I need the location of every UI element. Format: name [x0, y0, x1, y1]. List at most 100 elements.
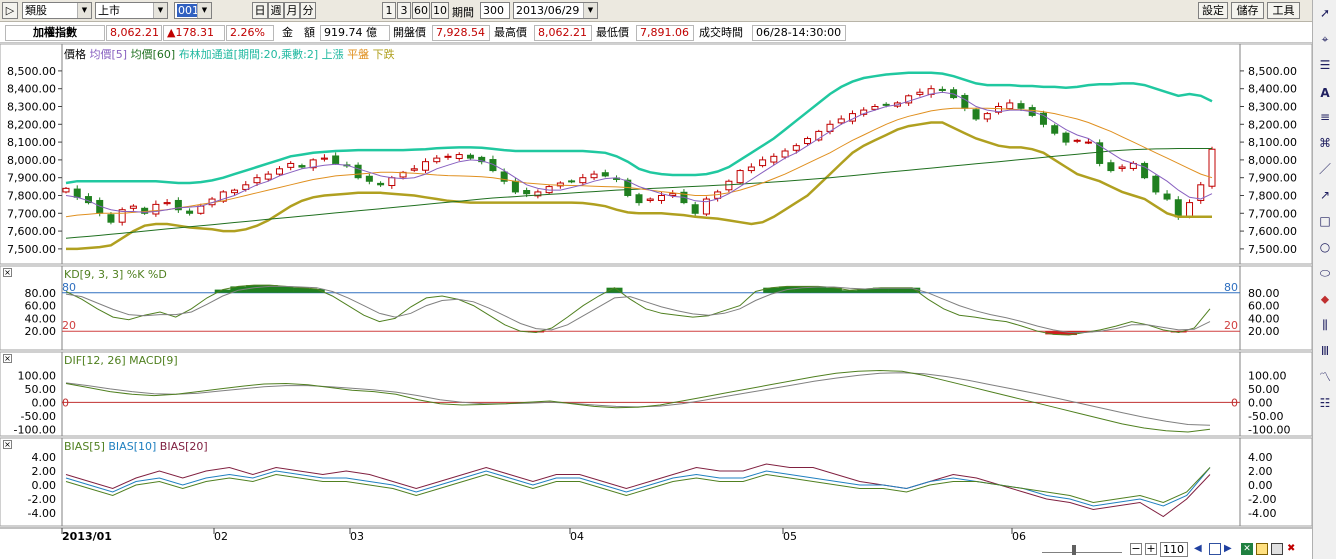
candle-body	[736, 170, 744, 184]
kd-20-label: 20	[1224, 319, 1238, 332]
macd-tick-label: 50.00	[1248, 383, 1280, 396]
bias-tick-label: 2.00	[32, 465, 57, 478]
macd-tick-label: 0.00	[32, 396, 57, 409]
candle-body	[320, 157, 328, 160]
columns-icon[interactable]: Ⅲ	[1316, 342, 1334, 360]
circle-icon[interactable]: ○	[1316, 238, 1334, 256]
rectangle-icon[interactable]: □	[1316, 212, 1334, 230]
candle-body	[433, 157, 441, 163]
align-icon[interactable]: ☷	[1316, 394, 1334, 412]
candle-body	[725, 180, 733, 191]
arrow-line-icon[interactable]: ↗	[1316, 186, 1334, 204]
candle-body	[1107, 162, 1115, 172]
ellipse-icon[interactable]: ⬭	[1316, 264, 1334, 282]
candle-body	[377, 182, 385, 186]
candle-body	[1051, 125, 1059, 134]
slider-handle[interactable]	[1072, 545, 1076, 555]
candle-body	[410, 168, 418, 171]
arrow-left-icon[interactable]: ◀	[1194, 543, 1206, 555]
y-tick-label: 7,500.00	[1248, 243, 1297, 256]
candle-body	[759, 159, 767, 167]
candle-body	[882, 103, 890, 106]
print-icon[interactable]	[1271, 543, 1283, 555]
candle-body	[972, 109, 980, 120]
candle-body	[264, 173, 272, 180]
macd-tick-label: 0.00	[1248, 396, 1273, 409]
candle-body	[590, 173, 598, 179]
line-icon[interactable]: ／	[1316, 160, 1334, 178]
candle-body	[511, 180, 519, 193]
candle-body	[837, 118, 845, 124]
zoom-slider[interactable]	[1042, 545, 1122, 555]
candle-body	[747, 166, 755, 172]
bollinger-upper-line	[65, 71, 1213, 185]
candle-body	[253, 177, 261, 184]
arrow-right-icon[interactable]: ▶	[1224, 543, 1236, 555]
kd-tick-label: 80.00	[1248, 287, 1280, 300]
kd-d-line	[65, 285, 1211, 333]
kd-tick-label: 60.00	[25, 300, 57, 313]
candle-body	[129, 205, 137, 209]
macd-tick-label: -100.00	[1248, 423, 1290, 436]
kd-tick-label: 20.00	[1248, 325, 1280, 338]
y-tick-label: 7,600.00	[1248, 225, 1297, 238]
kd-tick-label: 80.00	[25, 287, 57, 300]
macd-signal-line	[65, 372, 1211, 426]
candle-body	[1163, 193, 1171, 200]
y-tick-label: 8,100.00	[7, 136, 56, 149]
marker-icon[interactable]: ⬥	[1316, 290, 1334, 308]
bias10-line	[65, 467, 1211, 507]
macd-tick-label: -50.00	[21, 410, 56, 423]
bias-tick-label: -2.00	[28, 493, 56, 506]
trend-icon[interactable]: 〽	[1316, 368, 1334, 386]
candle-body	[1084, 141, 1092, 144]
candle-body	[231, 189, 239, 194]
text-icon[interactable]: A	[1316, 84, 1334, 102]
save-icon[interactable]	[1256, 543, 1268, 555]
close-icon[interactable]: ✖	[1287, 543, 1299, 555]
candle-body	[107, 214, 115, 223]
zoom-input[interactable]: 110	[1160, 542, 1188, 557]
stock-chart[interactable]: 8,500.00 8,500.00 8,400.00 8,400.00 8,300.00…	[0, 0, 1312, 559]
candle-body	[354, 164, 362, 179]
candle-body	[455, 154, 463, 159]
zoom-out-button[interactable]: −	[1130, 543, 1142, 555]
kd-80-label: 80	[62, 281, 76, 294]
y-tick-label: 7,500.00	[7, 243, 56, 256]
cursor-icon[interactable]: ➚	[1316, 4, 1334, 22]
x-label-jun: 06	[1012, 530, 1026, 543]
candle-body	[646, 198, 654, 201]
y-tick-label: 8,200.00	[7, 118, 56, 131]
hline-icon[interactable]: ≡	[1316, 108, 1334, 126]
candle-body	[961, 94, 969, 109]
bias-tick-label: 4.00	[1248, 451, 1273, 464]
fib-icon[interactable]: ⌘	[1316, 134, 1334, 152]
excel-icon[interactable]: ✕	[1241, 543, 1253, 555]
kd-tick-label: 40.00	[25, 312, 57, 325]
zoom-in-button[interactable]: +	[1145, 543, 1157, 555]
candle-body	[275, 168, 283, 175]
candle-body	[186, 210, 194, 214]
candle-body	[916, 91, 924, 95]
candle-body	[983, 113, 991, 120]
bias20-line	[65, 463, 1211, 518]
candle-body	[388, 177, 396, 187]
y-tick-label: 8,300.00	[1248, 100, 1297, 113]
y-tick-label: 8,500.00	[1248, 65, 1297, 78]
candle-body	[1208, 148, 1216, 187]
y-tick-label: 8,400.00	[1248, 83, 1297, 96]
candle-body	[365, 175, 373, 182]
candle-body	[579, 177, 587, 184]
candle-body	[1062, 132, 1070, 143]
candle-body	[1118, 166, 1126, 169]
crosshair-icon[interactable]: ⌖	[1316, 30, 1334, 48]
y-tick-label: 8,300.00	[7, 100, 56, 113]
y-tick-label: 8,100.00	[1248, 136, 1297, 149]
stop-icon[interactable]	[1209, 543, 1221, 555]
kd-20-label: 20	[62, 319, 76, 332]
y-tick-label: 8,400.00	[7, 83, 56, 96]
list-icon[interactable]: ☰	[1316, 56, 1334, 74]
bars-icon[interactable]: ⫼	[1316, 316, 1334, 334]
y-tick-label: 7,800.00	[7, 189, 56, 202]
y-tick-label: 8,000.00	[7, 154, 56, 167]
